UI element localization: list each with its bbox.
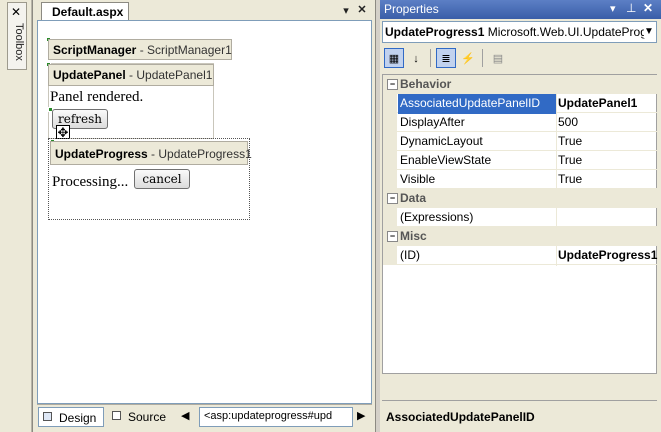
categorized-icon[interactable]: ▦: [384, 48, 404, 68]
dropdown-arrow-icon[interactable]: ▾: [610, 2, 622, 16]
pin-icon[interactable]: ⊥: [626, 1, 638, 15]
toolbox-tab[interactable]: ✕ Toolbox: [7, 2, 27, 70]
toolbox-label: Toolbox: [13, 23, 25, 61]
chevron-down-icon[interactable]: ▼: [644, 26, 654, 38]
updateprogress-type: UpdateProgress: [55, 147, 148, 161]
tag-navigator[interactable]: <asp:updateprogress#upd: [199, 407, 353, 427]
property-name: DisplayAfter: [398, 113, 557, 133]
cancel-button[interactable]: cancel: [134, 169, 190, 189]
properties-window: Properties ▾ ⊥ ✕ UpdateProgress1 Microso…: [380, 0, 661, 432]
property-value[interactable]: True: [556, 151, 659, 171]
source-view-tab[interactable]: Source: [108, 407, 172, 427]
collapse-icon[interactable]: −: [387, 79, 398, 90]
alphabetical-icon[interactable]: ↓: [406, 48, 426, 68]
property-value[interactable]: UpdatePanel1: [556, 94, 659, 114]
property-name: (ID): [398, 246, 557, 266]
source-view-label: Source: [128, 410, 167, 424]
property-name: (Expressions): [398, 208, 557, 228]
selected-object-name: UpdateProgress1: [385, 25, 485, 39]
category-data[interactable]: − Data: [383, 189, 658, 208]
scroll-left-icon[interactable]: ◀: [181, 409, 191, 425]
property-row[interactable]: Visible True: [383, 170, 659, 190]
updatepanel-type: UpdatePanel: [53, 68, 126, 82]
design-view-icon: [43, 412, 52, 421]
property-value[interactable]: UpdateProgress1: [556, 246, 659, 266]
scriptmanager-id: - ScriptManager1: [139, 43, 232, 57]
property-row[interactable]: AssociatedUpdatePanelID UpdatePanel1: [383, 94, 659, 114]
design-view-label: Design: [59, 411, 97, 425]
source-view-icon: [112, 411, 121, 420]
designer-window: Default.aspx ▾ ✕ ScriptManager - ScriptM…: [32, 0, 376, 432]
properties-view-icon[interactable]: ≣: [436, 48, 456, 68]
property-value[interactable]: True: [556, 170, 659, 190]
property-row[interactable]: EnableViewState True: [383, 151, 659, 171]
property-name: DynamicLayout: [398, 132, 557, 152]
property-value[interactable]: [556, 208, 659, 228]
category-misc[interactable]: − Misc: [383, 227, 658, 246]
collapse-icon[interactable]: −: [387, 193, 398, 204]
document-tab-label: Default.aspx: [52, 5, 124, 19]
design-view-tab[interactable]: Design: [38, 407, 104, 427]
collapse-icon[interactable]: −: [387, 231, 398, 242]
updatepanel-id: - UpdatePanel1: [129, 68, 213, 82]
property-description: AssociatedUpdatePanelID: [382, 400, 657, 430]
object-selector[interactable]: UpdateProgress1 Microsoft.Web.UI.UpdateP…: [382, 21, 657, 43]
close-icon[interactable]: ✕: [643, 1, 655, 15]
document-tab[interactable]: Default.aspx: [41, 2, 129, 20]
category-behavior[interactable]: − Behavior: [383, 75, 658, 94]
scriptmanager-type: ScriptManager: [53, 43, 137, 57]
panel-rendered-text: Panel rendered.: [50, 89, 144, 105]
move-handle-icon[interactable]: ✥: [56, 125, 70, 140]
property-row[interactable]: (Expressions): [383, 208, 659, 228]
updatepanel-header[interactable]: UpdatePanel - UpdatePanel1: [48, 64, 214, 86]
property-name: EnableViewState: [398, 151, 557, 171]
view-switcher-bar: Design Source ◀ <asp:updateprogress#upd …: [37, 404, 372, 430]
toolbar-divider: [482, 49, 483, 67]
property-row[interactable]: DynamicLayout True: [383, 132, 659, 152]
property-pages-icon[interactable]: ▤: [488, 48, 508, 68]
property-name: AssociatedUpdatePanelID: [398, 94, 557, 114]
properties-title: Properties: [384, 2, 439, 16]
toolbox-strip: ✕ Toolbox: [0, 0, 32, 432]
scriptmanager-control[interactable]: ScriptManager - ScriptManager1: [48, 39, 232, 60]
scroll-right-icon[interactable]: ▶: [357, 409, 367, 425]
close-icon[interactable]: ✕: [355, 3, 369, 17]
property-value[interactable]: 500: [556, 113, 659, 133]
design-surface[interactable]: ScriptManager - ScriptManager1 UpdatePan…: [37, 20, 372, 404]
property-row[interactable]: DisplayAfter 500: [383, 113, 659, 133]
wrench-icon: ✕: [11, 5, 22, 19]
toolbar-divider: [430, 49, 431, 67]
events-lightning-icon[interactable]: ⚡: [458, 48, 478, 68]
property-value[interactable]: True: [556, 132, 659, 152]
processing-text: Processing...: [52, 174, 129, 190]
updateprogress-id: - UpdateProgress1: [151, 147, 252, 161]
updateprogress-header[interactable]: UpdateProgress - UpdateProgress1: [50, 141, 252, 165]
selected-object-type: Microsoft.Web.UI.UpdateProg: [487, 25, 647, 39]
property-row[interactable]: (ID) UpdateProgress1: [383, 246, 659, 266]
property-name: Visible: [398, 170, 557, 190]
dropdown-arrow-icon[interactable]: ▾: [339, 4, 353, 18]
properties-toolbar: ▦ ↓ ≣ ⚡ ▤: [382, 46, 657, 72]
property-grid: − Behavior AssociatedUpdatePanelID UpdateP…: [382, 74, 659, 374]
